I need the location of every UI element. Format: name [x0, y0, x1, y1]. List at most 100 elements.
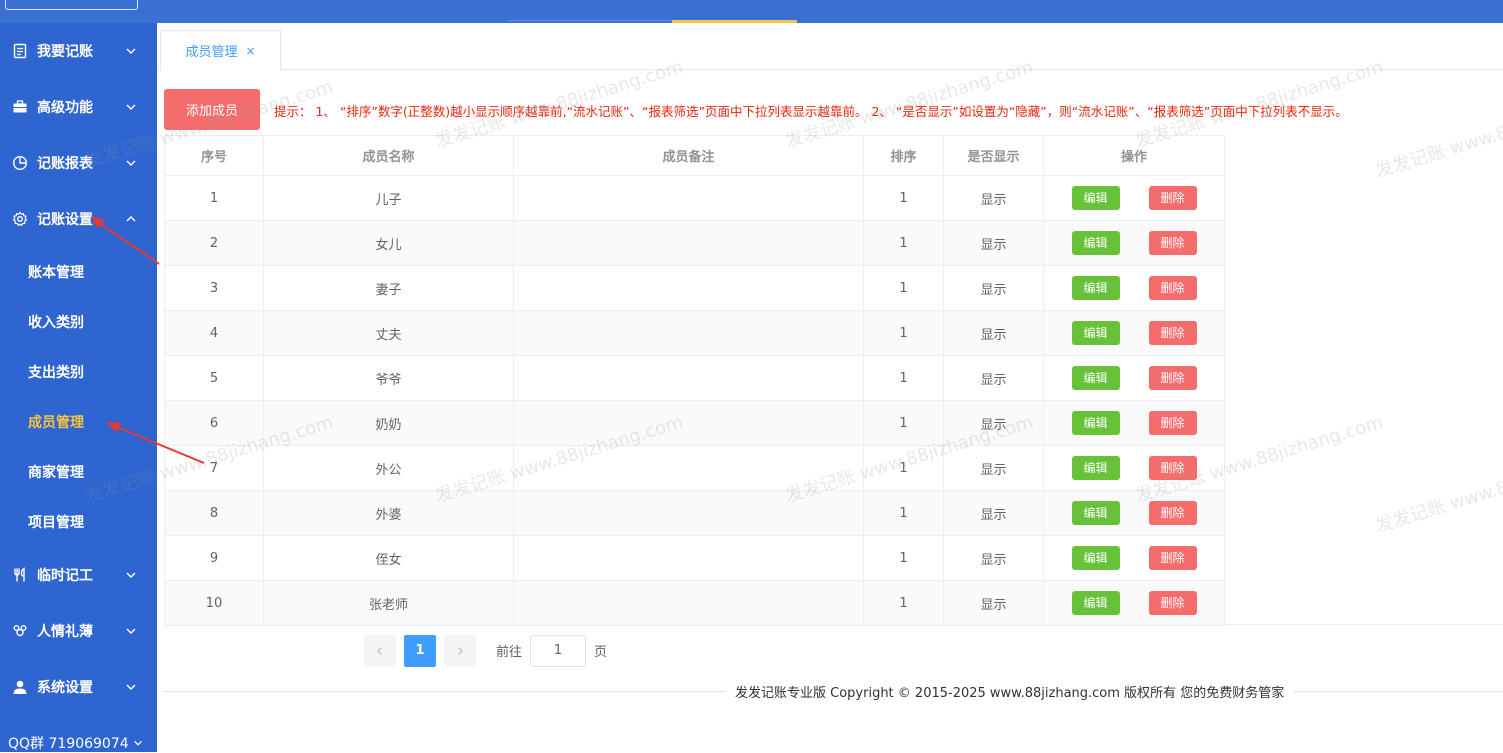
- edit-button[interactable]: 编辑: [1071, 321, 1120, 345]
- edit-button[interactable]: 编辑: [1071, 186, 1120, 210]
- pie-chart-icon: [11, 154, 29, 172]
- delete-button[interactable]: 删除: [1148, 276, 1197, 300]
- cell-show: 显示: [943, 220, 1044, 266]
- edit-button[interactable]: 编辑: [1071, 546, 1120, 570]
- delete-button[interactable]: 删除: [1148, 366, 1197, 390]
- cell-note: [513, 310, 864, 356]
- cell-note: [513, 490, 864, 536]
- goto-page-input[interactable]: [530, 634, 587, 667]
- cell-note: [513, 580, 864, 626]
- sidebar-subitem-projects[interactable]: 项目管理: [0, 502, 157, 542]
- header-no: 序号: [164, 135, 264, 176]
- header-name: 成员名称: [263, 135, 514, 176]
- delete-button[interactable]: 删除: [1148, 546, 1197, 570]
- sidebar-item-advanced[interactable]: 高级功能: [0, 87, 157, 127]
- briefcase-icon: [11, 98, 29, 116]
- edit-button[interactable]: 编辑: [1071, 591, 1120, 615]
- sidebar-subitem-members[interactable]: 成员管理: [0, 402, 157, 442]
- watermark-text: 发发记账 www.88jizhang.com: [1372, 441, 1503, 538]
- cell-show: 显示: [943, 490, 1044, 536]
- table-row: 10 张老师 1 显示 编辑 删除: [164, 580, 1225, 626]
- sidebar-item-label: 高级功能: [37, 100, 93, 116]
- tab-members[interactable]: 成员管理 ×: [160, 30, 281, 71]
- chevron-up-icon: [126, 216, 136, 222]
- cell-show: 显示: [943, 355, 1044, 401]
- brand-box[interactable]: [5, 0, 138, 10]
- sidebar-item-settings[interactable]: 记账设置: [0, 199, 157, 239]
- chevron-left-icon: [377, 646, 382, 655]
- pagination: 1 前往 页: [364, 634, 607, 667]
- cell-show: 显示: [943, 580, 1044, 626]
- delete-button[interactable]: 删除: [1148, 591, 1197, 615]
- sidebar-subitem-ledgers[interactable]: 账本管理: [0, 252, 157, 292]
- sidebar-subitem-label: 账本管理: [28, 265, 84, 281]
- sidebar-subitem-label: 项目管理: [28, 515, 84, 531]
- sidebar-item-bookkeeping[interactable]: 我要记账: [0, 31, 157, 71]
- sidebar-subitem-income-categories[interactable]: 收入类别: [0, 302, 157, 342]
- watermark-text: 发发记账 www.88jizhang.com: [1372, 86, 1503, 183]
- next-page-button[interactable]: [444, 634, 476, 667]
- cell-show: 显示: [943, 445, 1044, 491]
- table-row: 5 爷爷 1 显示 编辑 删除: [164, 355, 1225, 401]
- cell-actions: 编辑 删除: [1043, 490, 1225, 536]
- cell-actions: 编辑 删除: [1043, 580, 1225, 626]
- edit-button[interactable]: 编辑: [1071, 366, 1120, 390]
- cell-no: 1: [164, 175, 264, 221]
- delete-button[interactable]: 删除: [1148, 411, 1197, 435]
- sidebar-item-system-settings[interactable]: 系统设置: [0, 667, 157, 707]
- delete-button[interactable]: 删除: [1148, 501, 1197, 525]
- edit-button[interactable]: 编辑: [1071, 276, 1120, 300]
- cell-actions: 编辑 删除: [1043, 445, 1225, 491]
- sidebar-item-gift-book[interactable]: 人情礼薄: [0, 611, 157, 651]
- edit-button[interactable]: 编辑: [1071, 231, 1120, 255]
- gift-icon: [11, 622, 29, 640]
- cell-sort: 1: [863, 355, 944, 401]
- sidebar-item-label: 记账设置: [37, 212, 93, 228]
- cell-actions: 编辑 删除: [1043, 310, 1225, 356]
- tab-label: 成员管理: [185, 45, 238, 60]
- header-actions: 操作: [1043, 135, 1225, 176]
- delete-button[interactable]: 删除: [1148, 186, 1197, 210]
- qq-group[interactable]: QQ群 719069074: [8, 733, 144, 753]
- cell-note: [513, 175, 864, 221]
- add-member-button[interactable]: 添加成员: [164, 89, 260, 130]
- top-bar: [0, 0, 1503, 23]
- chevron-down-icon: [126, 104, 136, 110]
- cell-name: 奶奶: [263, 400, 514, 446]
- delete-button[interactable]: 删除: [1148, 231, 1197, 255]
- cell-actions: 编辑 删除: [1043, 355, 1225, 401]
- sidebar-item-label: 人情礼薄: [37, 624, 93, 640]
- table-row: 6 奶奶 1 显示 编辑 删除: [164, 400, 1225, 446]
- cell-name: 爷爷: [263, 355, 514, 401]
- cell-sort: 1: [863, 490, 944, 536]
- cell-show: 显示: [943, 310, 1044, 356]
- cell-name: 外婆: [263, 490, 514, 536]
- cell-show: 显示: [943, 535, 1044, 581]
- sidebar-subitem-label: 成员管理: [28, 415, 84, 431]
- cell-no: 9: [164, 535, 264, 581]
- sidebar-item-temp-work[interactable]: 临时记工: [0, 555, 157, 595]
- tab-bar: 成员管理 ×: [157, 23, 1503, 71]
- sidebar-item-label: 临时记工: [37, 568, 93, 584]
- cell-name: 丈夫: [263, 310, 514, 356]
- edit-button[interactable]: 编辑: [1071, 456, 1120, 480]
- page-number-button[interactable]: 1: [404, 634, 436, 667]
- table-header-row: 序号 成员名称 成员备注 排序 是否显示 操作: [164, 135, 1225, 176]
- cell-note: [513, 220, 864, 266]
- sidebar-subitem-merchants[interactable]: 商家管理: [0, 452, 157, 492]
- delete-button[interactable]: 删除: [1148, 321, 1197, 345]
- edit-button[interactable]: 编辑: [1071, 411, 1120, 435]
- edit-button[interactable]: 编辑: [1071, 501, 1120, 525]
- cell-name: 儿子: [263, 175, 514, 221]
- close-icon[interactable]: ×: [245, 44, 255, 58]
- table-row: 3 妻子 1 显示 编辑 删除: [164, 265, 1225, 311]
- chevron-down-icon: [126, 160, 136, 166]
- sidebar-item-reports[interactable]: 记账报表: [0, 143, 157, 183]
- table-bottom-border: [1224, 624, 1503, 625]
- cell-name: 妻子: [263, 265, 514, 311]
- cell-note: [513, 535, 864, 581]
- delete-button[interactable]: 删除: [1148, 456, 1197, 480]
- prev-page-button[interactable]: [364, 634, 396, 667]
- chevron-right-icon: [458, 646, 463, 655]
- sidebar-subitem-expense-categories[interactable]: 支出类别: [0, 352, 157, 392]
